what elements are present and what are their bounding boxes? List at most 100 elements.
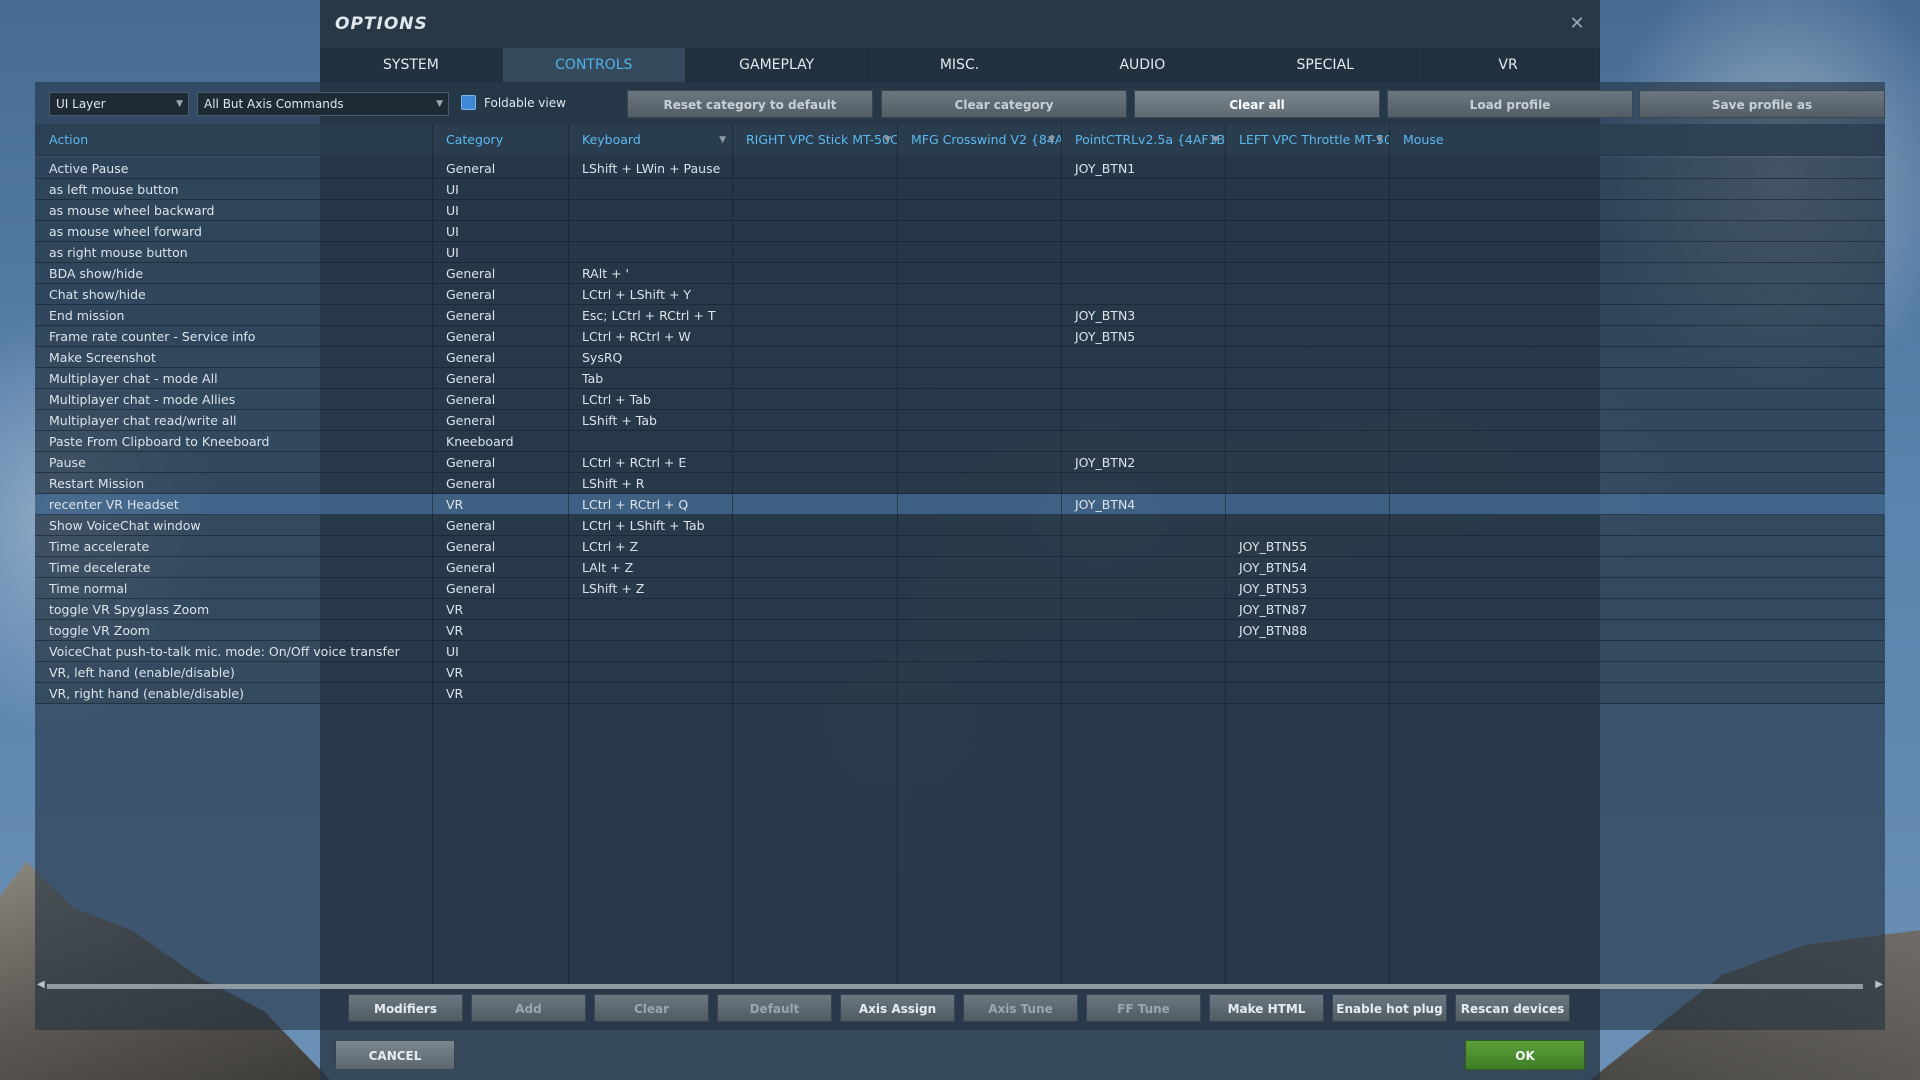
- cell-left-vpc-throttle[interactable]: [1225, 473, 1389, 494]
- cell-right-vpc-stick[interactable]: [732, 431, 897, 452]
- cell-pointctrl[interactable]: [1061, 410, 1225, 431]
- cell-mouse[interactable]: [1389, 179, 1885, 200]
- cell-mfg-crosswind[interactable]: [897, 641, 1061, 662]
- cell-action[interactable]: End mission: [35, 305, 432, 326]
- make-html-button[interactable]: Make HTML: [1209, 994, 1324, 1022]
- chevron-down-icon[interactable]: ▼: [1048, 124, 1055, 156]
- cancel-button[interactable]: CANCEL: [335, 1040, 455, 1070]
- cell-mfg-crosswind[interactable]: [897, 431, 1061, 452]
- ok-button[interactable]: OK: [1465, 1040, 1585, 1070]
- cell-mouse[interactable]: [1389, 200, 1885, 221]
- tab-controls[interactable]: CONTROLS: [502, 48, 686, 82]
- cell-mouse[interactable]: [1389, 221, 1885, 242]
- cell-mouse[interactable]: [1389, 515, 1885, 536]
- tab-vr[interactable]: VR: [1417, 48, 1601, 82]
- column-header-keyboard[interactable]: Keyboard ▼: [568, 124, 732, 156]
- axis-assign-button[interactable]: Axis Assign: [840, 994, 955, 1022]
- table-row[interactable]: Multiplayer chat - mode All General Tab: [35, 368, 1885, 389]
- cell-left-vpc-throttle[interactable]: [1225, 200, 1389, 221]
- cell-right-vpc-stick[interactable]: [732, 200, 897, 221]
- column-header-left-vpc-throttle[interactable]: LEFT VPC Throttle MT-50C...▼: [1225, 124, 1389, 156]
- foldable-view-checkbox[interactable]: [461, 95, 476, 110]
- cell-mfg-crosswind[interactable]: [897, 452, 1061, 473]
- cell-right-vpc-stick[interactable]: [732, 242, 897, 263]
- cell-right-vpc-stick[interactable]: [732, 557, 897, 578]
- tab-gameplay[interactable]: GAMEPLAY: [686, 48, 869, 82]
- cell-category[interactable]: UI: [432, 641, 568, 662]
- cell-action[interactable]: Make Screenshot: [35, 347, 432, 368]
- cell-mfg-crosswind[interactable]: [897, 473, 1061, 494]
- table-row[interactable]: Frame rate counter - Service info General…: [35, 326, 1885, 347]
- cell-pointctrl[interactable]: [1061, 284, 1225, 305]
- cell-pointctrl[interactable]: [1061, 557, 1225, 578]
- cell-category[interactable]: General: [432, 557, 568, 578]
- cell-pointctrl[interactable]: [1061, 662, 1225, 683]
- cell-left-vpc-throttle[interactable]: JOY_BTN55: [1225, 536, 1389, 557]
- cell-keyboard[interactable]: [568, 599, 732, 620]
- cell-action[interactable]: BDA show/hide: [35, 263, 432, 284]
- cell-mouse[interactable]: [1389, 599, 1885, 620]
- cell-mouse[interactable]: [1389, 410, 1885, 431]
- cell-pointctrl[interactable]: [1061, 389, 1225, 410]
- table-row[interactable]: Multiplayer chat read/write all General LS…: [35, 410, 1885, 431]
- clear-all-button[interactable]: Clear all: [1134, 90, 1380, 118]
- cell-category[interactable]: General: [432, 305, 568, 326]
- cell-category[interactable]: General: [432, 578, 568, 599]
- cell-pointctrl[interactable]: JOY_BTN5: [1061, 326, 1225, 347]
- table-row[interactable]: BDA show/hide General RAlt + ': [35, 263, 1885, 284]
- table-row[interactable]: Pause General LCtrl + RCtrl + E JOY_BTN2: [35, 452, 1885, 473]
- table-row[interactable]: as right mouse button UI: [35, 242, 1885, 263]
- cell-left-vpc-throttle[interactable]: [1225, 158, 1389, 179]
- table-row[interactable]: Paste From Clipboard to Kneeboard Kneeboa…: [35, 431, 1885, 452]
- table-row[interactable]: Restart Mission General LShift + R: [35, 473, 1885, 494]
- cell-action[interactable]: Multiplayer chat read/write all: [35, 410, 432, 431]
- cell-mouse[interactable]: [1389, 347, 1885, 368]
- cell-right-vpc-stick[interactable]: [732, 536, 897, 557]
- cell-keyboard[interactable]: LShift + LWin + Pause: [568, 158, 732, 179]
- cell-left-vpc-throttle[interactable]: [1225, 305, 1389, 326]
- cell-keyboard[interactable]: [568, 620, 732, 641]
- cell-mouse[interactable]: [1389, 473, 1885, 494]
- cell-category[interactable]: VR: [432, 599, 568, 620]
- table-row[interactable]: Active Pause General LShift + LWin + Pause…: [35, 158, 1885, 179]
- cell-action[interactable]: as mouse wheel forward: [35, 221, 432, 242]
- cell-right-vpc-stick[interactable]: [732, 578, 897, 599]
- scrollbar-thumb[interactable]: [47, 984, 1863, 989]
- cell-keyboard[interactable]: LAlt + Z: [568, 557, 732, 578]
- cell-keyboard[interactable]: [568, 662, 732, 683]
- cell-category[interactable]: UI: [432, 242, 568, 263]
- cell-action[interactable]: Time decelerate: [35, 557, 432, 578]
- cell-action[interactable]: Multiplayer chat - mode Allies: [35, 389, 432, 410]
- cell-category[interactable]: UI: [432, 200, 568, 221]
- cell-left-vpc-throttle[interactable]: [1225, 221, 1389, 242]
- cell-keyboard[interactable]: LShift + R: [568, 473, 732, 494]
- cell-action[interactable]: VoiceChat push-to-talk mic. mode: On/Off…: [35, 641, 432, 662]
- cell-mfg-crosswind[interactable]: [897, 200, 1061, 221]
- cell-pointctrl[interactable]: [1061, 536, 1225, 557]
- cell-right-vpc-stick[interactable]: [732, 263, 897, 284]
- table-row[interactable]: Chat show/hide General LCtrl + LShift + Y: [35, 284, 1885, 305]
- cell-left-vpc-throttle[interactable]: JOY_BTN54: [1225, 557, 1389, 578]
- layer-select[interactable]: UI Layer ▼: [49, 92, 189, 116]
- table-row[interactable]: toggle VR Zoom VR JOY_BTN88: [35, 620, 1885, 641]
- cell-pointctrl[interactable]: JOY_BTN3: [1061, 305, 1225, 326]
- cell-category[interactable]: VR: [432, 683, 568, 704]
- tab-system[interactable]: SYSTEM: [320, 48, 503, 82]
- cell-category[interactable]: Kneeboard: [432, 431, 568, 452]
- cell-left-vpc-throttle[interactable]: [1225, 389, 1389, 410]
- cell-left-vpc-throttle[interactable]: JOY_BTN87: [1225, 599, 1389, 620]
- table-row[interactable]: Time normal General LShift + Z JOY_BTN53: [35, 578, 1885, 599]
- column-header-mouse[interactable]: Mouse: [1389, 124, 1885, 156]
- cell-action[interactable]: Time accelerate: [35, 536, 432, 557]
- table-row[interactable]: Show VoiceChat window General LCtrl + LShi…: [35, 515, 1885, 536]
- cell-action[interactable]: as mouse wheel backward: [35, 200, 432, 221]
- table-row[interactable]: Time decelerate General LAlt + Z JOY_BTN54: [35, 557, 1885, 578]
- cell-action[interactable]: VR, right hand (enable/disable): [35, 683, 432, 704]
- cell-mouse[interactable]: [1389, 641, 1885, 662]
- cell-pointctrl[interactable]: [1061, 683, 1225, 704]
- cell-keyboard[interactable]: Tab: [568, 368, 732, 389]
- cell-right-vpc-stick[interactable]: [732, 515, 897, 536]
- cell-left-vpc-throttle[interactable]: [1225, 515, 1389, 536]
- table-row[interactable]: recenter VR Headset VR LCtrl + RCtrl + Q JO…: [35, 494, 1885, 515]
- cell-keyboard[interactable]: [568, 431, 732, 452]
